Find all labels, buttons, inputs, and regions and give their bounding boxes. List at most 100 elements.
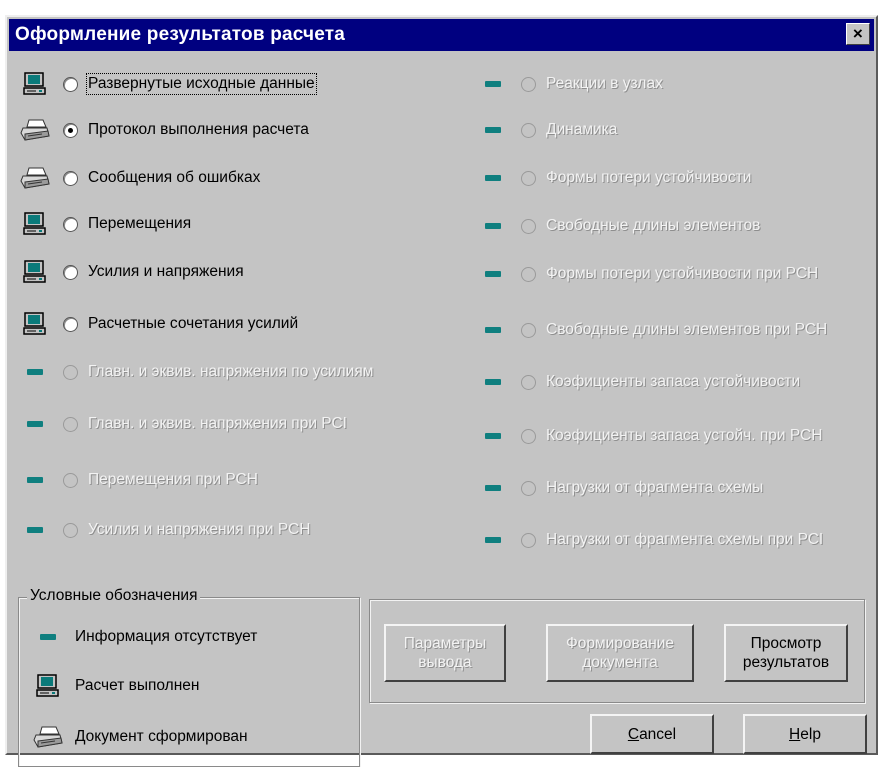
option-label: Свободные длины элементов при РСН xyxy=(546,321,828,338)
option-right-3: Свободные длины элементов xyxy=(473,211,760,241)
option-label: Главн. и эквив. напряжения при РСI xyxy=(88,415,347,432)
option-label: Расчетные сочетания усилий xyxy=(88,315,299,332)
printer-icon xyxy=(15,115,55,145)
option-right-0: Реакции в узлах xyxy=(473,69,663,99)
option-label: Перемещения xyxy=(88,215,192,232)
option-label: Коэфициенты запаса устойч. при РСН xyxy=(546,427,823,444)
close-button[interactable]: × xyxy=(846,23,870,45)
radio-button xyxy=(521,532,536,548)
dash-icon xyxy=(33,622,63,652)
output-params-button[interactable]: Параметры вывода xyxy=(384,624,506,682)
option-label: Реакции в узлах xyxy=(546,75,663,92)
option-left-6: Главн. и эквив. напряжения по усилиям xyxy=(15,357,373,387)
computer-icon xyxy=(15,69,55,99)
option-label: Нагрузки от фрагмента схемы xyxy=(546,479,764,496)
radio-button xyxy=(521,428,536,444)
legend-label: Документ сформирован xyxy=(75,728,248,745)
option-label: Сообщения об ошибках xyxy=(88,169,261,186)
option-label: Формы потери устойчивости xyxy=(546,169,752,186)
legend-title: Условные обозначения xyxy=(27,587,201,605)
dialog-title: Оформление результатов расчета xyxy=(15,24,346,45)
option-label: Нагрузки от фрагмента схемы при РСI xyxy=(546,531,824,548)
dash-icon xyxy=(473,525,513,555)
radio-button[interactable] xyxy=(63,170,78,186)
dash-icon xyxy=(473,69,513,99)
option-left-4[interactable]: Усилия и напряжения xyxy=(15,257,244,287)
radio-button xyxy=(63,522,78,538)
radio-button xyxy=(521,374,536,390)
dash-icon xyxy=(473,115,513,145)
option-label: Перемещения при РСН xyxy=(88,471,258,488)
title-bar[interactable]: Оформление результатов расчета × xyxy=(9,19,874,51)
make-document-button[interactable]: Формирование документа xyxy=(546,624,694,682)
option-left-2[interactable]: Сообщения об ошибках xyxy=(15,163,260,193)
legend-label: Информация отсутствует xyxy=(75,628,258,645)
dash-icon xyxy=(473,315,513,345)
radio-button xyxy=(521,480,536,496)
option-right-9: Нагрузки от фрагмента схемы при РСI xyxy=(473,525,823,555)
option-label: Свободные длины элементов xyxy=(546,217,761,234)
radio-button[interactable] xyxy=(63,264,78,280)
option-label: Главн. и эквив. напряжения по усилиям xyxy=(88,363,374,380)
dash-icon xyxy=(15,409,55,439)
radio-button xyxy=(521,218,536,234)
view-results-button[interactable]: Просмотр результатов xyxy=(724,624,848,682)
option-right-5: Свободные длины элементов при РСН xyxy=(473,315,827,345)
dash-icon xyxy=(15,515,55,545)
option-label: Развернутые исходные данные xyxy=(86,73,317,95)
legend-group: Условные обозначения Информация отсутств… xyxy=(18,587,360,767)
radio-button[interactable] xyxy=(63,122,78,138)
radio-button xyxy=(63,364,78,380)
dash-icon xyxy=(473,367,513,397)
option-left-8: Перемещения при РСН xyxy=(15,465,258,495)
option-label: Коэфициенты запаса устойчивости xyxy=(546,373,801,390)
radio-button xyxy=(521,122,536,138)
printer-icon xyxy=(15,163,55,193)
option-label: Усилия и напряжения xyxy=(88,263,244,280)
radio-button xyxy=(521,266,536,282)
dash-icon xyxy=(15,465,55,495)
option-right-4: Формы потери устойчивости при РСН xyxy=(473,259,818,289)
dash-icon xyxy=(473,163,513,193)
results-dialog: Оформление результатов расчета × Разверн… xyxy=(5,15,878,767)
option-right-1: Динамика xyxy=(473,115,617,145)
option-left-5[interactable]: Расчетные сочетания усилий xyxy=(15,309,298,339)
option-label: Протокол выполнения расчета xyxy=(88,121,309,138)
option-left-0[interactable]: Развернутые исходные данные xyxy=(15,69,317,99)
option-right-8: Нагрузки от фрагмента схемы xyxy=(473,473,763,503)
option-right-7: Коэфициенты запаса устойч. при РСН xyxy=(473,421,822,451)
computer-icon xyxy=(33,671,63,701)
help-button[interactable]: Help xyxy=(743,714,867,754)
option-label: Динамика xyxy=(546,121,618,138)
radio-button xyxy=(63,416,78,432)
computer-icon xyxy=(15,209,55,239)
radio-button xyxy=(521,170,536,186)
close-icon: × xyxy=(852,24,864,43)
dash-icon xyxy=(15,357,55,387)
dash-icon xyxy=(473,421,513,451)
legend-item-document: Документ сформирован xyxy=(33,722,248,752)
radio-button[interactable] xyxy=(63,216,78,232)
legend-item-no-info: Информация отсутствует xyxy=(33,622,257,652)
computer-icon xyxy=(15,257,55,287)
cancel-button[interactable]: Cancel xyxy=(590,714,714,754)
option-left-7: Главн. и эквив. напряжения при РСI xyxy=(15,409,347,439)
option-label: Усилия и напряжения при РСН xyxy=(88,521,311,538)
radio-button xyxy=(63,472,78,488)
option-left-9: Усилия и напряжения при РСН xyxy=(15,515,310,545)
option-right-6: Коэфициенты запаса устойчивости xyxy=(473,367,800,397)
option-left-1[interactable]: Протокол выполнения расчета xyxy=(15,115,309,145)
dash-icon xyxy=(473,259,513,289)
option-label: Формы потери устойчивости при РСН xyxy=(546,265,819,282)
legend-label: Расчет выполнен xyxy=(75,677,200,694)
option-right-2: Формы потери устойчивости xyxy=(473,163,751,193)
radio-button[interactable] xyxy=(63,76,78,92)
radio-button[interactable] xyxy=(63,316,78,332)
dash-icon xyxy=(473,473,513,503)
printer-icon xyxy=(33,722,63,752)
option-left-3[interactable]: Перемещения xyxy=(15,209,191,239)
radio-button xyxy=(521,76,536,92)
dash-icon xyxy=(473,211,513,241)
actions-panel: Параметры вывода Формирование документа Пр… xyxy=(369,599,865,703)
computer-icon xyxy=(15,309,55,339)
